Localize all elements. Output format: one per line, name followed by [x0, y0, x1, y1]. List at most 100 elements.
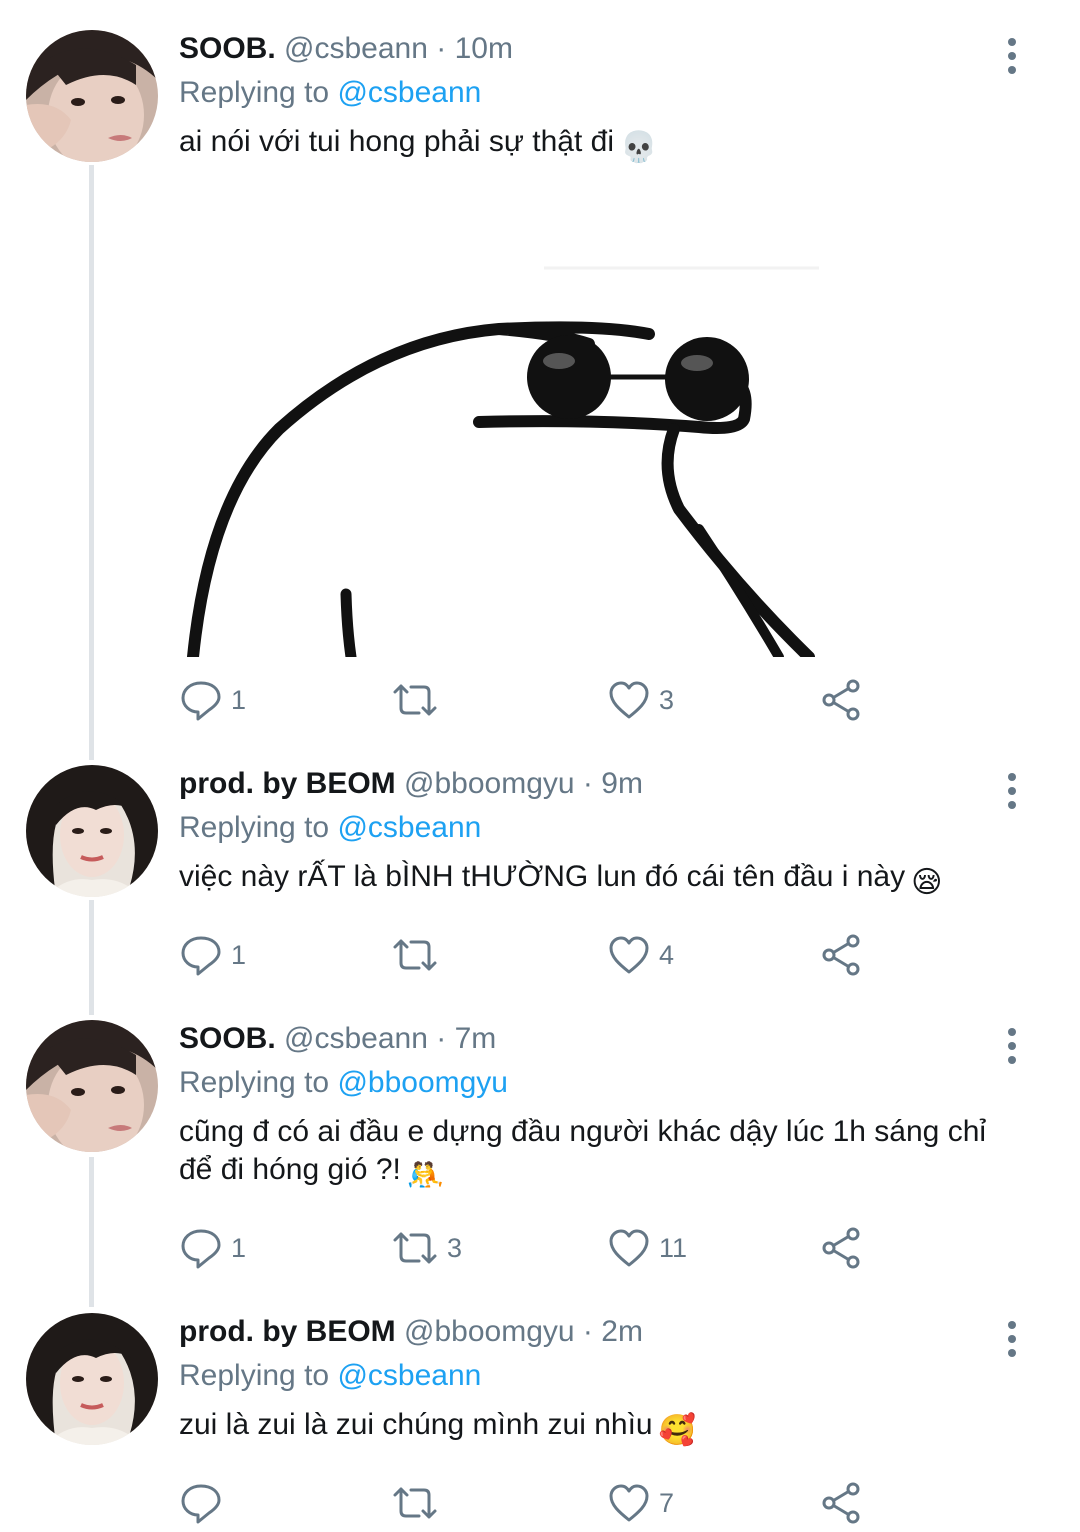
timestamp[interactable]: 10m — [455, 32, 513, 65]
share-icon — [822, 934, 860, 976]
timestamp[interactable]: 7m — [455, 1022, 497, 1055]
reply-button[interactable]: 1 — [179, 930, 246, 980]
tweet-content: prod. by BEOM @bboomgyu · 2m Replying to… — [179, 1313, 1020, 1450]
reply-mention-link[interactable]: @csbeann — [337, 811, 481, 844]
timestamp[interactable]: 2m — [601, 1315, 643, 1348]
display-name[interactable]: SOOB. — [179, 32, 276, 65]
timestamp[interactable]: 9m — [601, 767, 643, 800]
user-handle[interactable]: @csbeann — [284, 32, 428, 65]
avatar[interactable] — [26, 30, 158, 162]
tweet[interactable]: prod. by BEOM @bboomgyu · 9m Replying to… — [0, 765, 1080, 995]
tweet[interactable]: SOOB. @csbeann · 10m Replying to @csbean… — [0, 30, 1080, 730]
like-button[interactable]: 3 — [607, 675, 674, 725]
reply-mention-link[interactable]: @csbeann — [337, 1359, 481, 1392]
replying-to: Replying to @bboomgyu — [179, 1063, 1020, 1103]
like-button[interactable]: 7 — [607, 1478, 674, 1528]
replying-to: Replying to @csbeann — [179, 808, 1020, 848]
tweet-content: SOOB. @csbeann · 7m Replying to @bboomgy… — [179, 1020, 1020, 1195]
reply-mention-link[interactable]: @csbeann — [337, 76, 481, 109]
tweet-text: việc này rẤT là bÌNH tHƯỜNG lun đó cái t… — [179, 858, 1020, 902]
share-icon — [822, 1482, 860, 1524]
tweet-actions: 1 3 — [179, 675, 1039, 725]
tweet-text-content: zui là zui là zui chúng mình zui nhìu — [179, 1408, 653, 1441]
retweet-count: 3 — [447, 1232, 463, 1263]
more-icon[interactable] — [990, 34, 1034, 78]
like-count: 7 — [659, 1487, 675, 1518]
share-icon — [822, 679, 860, 721]
tweet-header: SOOB. @csbeann · 10m — [179, 30, 1020, 68]
avatar[interactable] — [26, 1020, 158, 1152]
like-count: 11 — [659, 1232, 688, 1263]
retweet-icon — [393, 1487, 437, 1519]
like-count: 3 — [659, 684, 675, 715]
tweet-text: cũng đ có ai đầu e dựng đầu người khác d… — [179, 1113, 1020, 1195]
reply-mention-link[interactable]: @bboomgyu — [337, 1066, 508, 1099]
tweet-header: SOOB. @csbeann · 7m — [179, 1020, 1020, 1058]
user-handle[interactable]: @bboomgyu — [404, 1315, 575, 1348]
more-icon[interactable] — [990, 1317, 1034, 1361]
like-button[interactable]: 4 — [607, 930, 674, 980]
retweet-button[interactable] — [391, 675, 447, 725]
skull-emoji: 💀 — [620, 131, 658, 164]
separator-dot: · — [582, 767, 593, 800]
reply-icon — [181, 1484, 221, 1524]
retweet-icon — [393, 1232, 437, 1264]
display-name[interactable]: prod. by BEOM — [179, 1315, 396, 1348]
replying-to: Replying to @csbeann — [179, 73, 1020, 113]
tweet[interactable]: SOOB. @csbeann · 7m Replying to @bboomgy… — [0, 1020, 1080, 1285]
tweet-content: SOOB. @csbeann · 10m Replying to @csbean… — [179, 30, 1020, 167]
like-icon — [609, 681, 649, 719]
retweet-button[interactable] — [391, 930, 447, 980]
like-count: 4 — [659, 939, 675, 970]
separator-dot: · — [436, 32, 447, 65]
tweet-actions: 1 3 11 — [179, 1223, 1039, 1273]
reply-icon — [181, 936, 221, 976]
tweet-header: prod. by BEOM @bboomgyu · 2m — [179, 1313, 1020, 1351]
reply-icon — [181, 1229, 221, 1269]
avatar[interactable] — [26, 765, 158, 897]
reply-count: 1 — [231, 939, 247, 970]
separator-dot: · — [436, 1022, 447, 1055]
tweet-text-content: ai nói với tui hong phải sự thật đi — [179, 125, 615, 158]
tweet-text-content: việc này rẤT là bÌNH tHƯỜNG lun đó cái t… — [179, 860, 906, 893]
replying-prefix: Replying to — [179, 76, 330, 109]
wrestlers-emoji: 🤼 — [406, 1159, 445, 1192]
reply-icon — [181, 681, 221, 721]
retweet-button[interactable] — [391, 1478, 447, 1528]
tweet-text: zui là zui là zui chúng mình zui nhìu 🥰 — [179, 1406, 1020, 1450]
reply-button[interactable] — [179, 1478, 231, 1528]
share-button[interactable] — [819, 930, 863, 980]
tweet-actions: 1 4 — [179, 930, 1039, 980]
tweet-content: prod. by BEOM @bboomgyu · 9m Replying to… — [179, 765, 1020, 902]
smiling-hearts-emoji: 🥰 — [658, 1414, 696, 1447]
retweet-button[interactable]: 3 — [391, 1223, 462, 1273]
user-handle[interactable]: @csbeann — [284, 1022, 428, 1055]
share-button[interactable] — [819, 1478, 863, 1528]
reply-count: 1 — [231, 1232, 247, 1263]
more-icon[interactable] — [990, 769, 1034, 813]
like-icon — [609, 936, 649, 974]
replying-to: Replying to @csbeann — [179, 1356, 1020, 1396]
replying-prefix: Replying to — [179, 1359, 330, 1392]
tweet-media-image[interactable] — [179, 169, 861, 657]
tweet-text-content: cũng đ có ai đầu e dựng đầu người khác d… — [179, 1115, 987, 1186]
avatar[interactable] — [26, 1313, 158, 1445]
more-icon[interactable] — [990, 1024, 1034, 1068]
user-handle[interactable]: @bboomgyu — [404, 767, 575, 800]
share-button[interactable] — [819, 675, 863, 725]
reply-button[interactable]: 1 — [179, 1223, 246, 1273]
sleepy-face-emoji: 😪 — [911, 866, 943, 899]
tweet-actions: 7 — [179, 1478, 1039, 1528]
reply-button[interactable]: 1 — [179, 675, 246, 725]
share-button[interactable] — [819, 1223, 863, 1273]
separator-dot: · — [582, 1315, 593, 1348]
like-button[interactable]: 11 — [607, 1223, 687, 1273]
share-icon — [822, 1227, 860, 1269]
reply-count: 1 — [231, 684, 247, 715]
tweet[interactable]: prod. by BEOM @bboomgyu · 2m Replying to… — [0, 1313, 1080, 1532]
display-name[interactable]: prod. by BEOM — [179, 767, 396, 800]
retweet-icon — [393, 684, 437, 716]
tweet-text: ai nói với tui hong phải sự thật đi 💀 — [179, 123, 1020, 167]
display-name[interactable]: SOOB. — [179, 1022, 276, 1055]
retweet-icon — [393, 939, 437, 971]
